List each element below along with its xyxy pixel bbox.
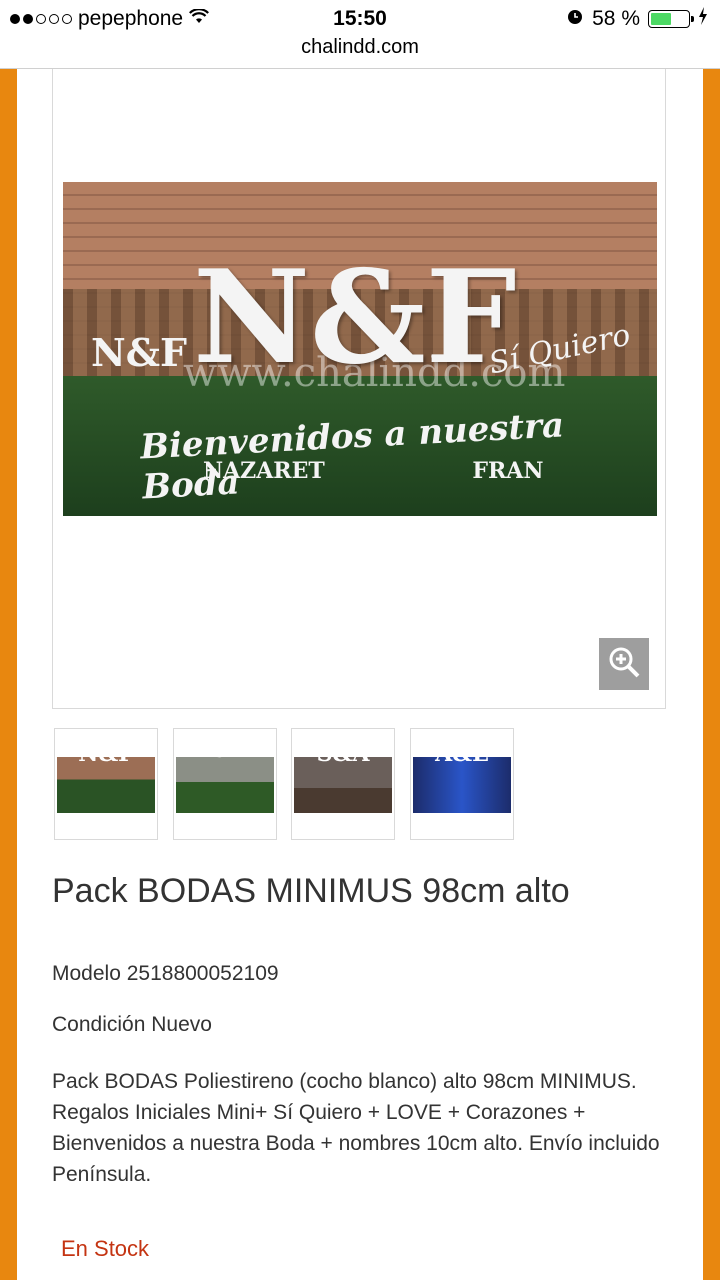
image-names: NAZARET FRAN <box>203 458 544 484</box>
product-description: Pack BODAS Poliestireno (cocho blanco) a… <box>52 1070 660 1186</box>
condition-row: Condición Nuevo <box>52 1013 212 1037</box>
model-value: 2518800052109 <box>126 962 279 985</box>
address-bar[interactable]: chalindd.com <box>0 36 720 68</box>
main-image-container: www.chalindd.com N&F N&F Sí Quiero Bienv… <box>52 69 666 709</box>
battery-percent: 58 % <box>592 7 640 30</box>
battery-icon <box>648 10 694 28</box>
thumbnail-2[interactable]: L&M <box>173 728 277 840</box>
model-row: Modelo 2518800052109 <box>52 962 279 986</box>
product-main-image[interactable]: www.chalindd.com N&F N&F Sí Quiero Bienv… <box>63 182 657 516</box>
condition-label: Condición <box>52 1013 146 1036</box>
product-title: Pack BODAS MINIMUS 98cm alto <box>52 872 570 910</box>
zoom-in-icon <box>607 645 641 684</box>
charging-icon <box>698 7 708 31</box>
thumbnail-label: L&M <box>200 741 250 762</box>
zoom-button[interactable] <box>599 638 649 690</box>
thumbnail-3[interactable]: S&A <box>291 728 395 840</box>
model-label: Modelo <box>52 962 121 985</box>
thumbnail-strip: N&F L&M S&A A&E <box>54 728 524 840</box>
image-small-letters: N&F <box>91 330 188 375</box>
thumbnail-label: N&F <box>78 741 134 767</box>
status-bar: pepephone 15:50 58 % <box>0 0 720 36</box>
thumbnail-label: S&A <box>316 741 370 767</box>
alarm-icon <box>566 7 584 31</box>
stock-status: En Stock <box>61 1236 150 1261</box>
thumbnail-4[interactable]: A&E <box>410 728 514 840</box>
thumbnail-label: A&E <box>435 741 489 767</box>
thumbnail-1[interactable]: N&F <box>54 728 158 840</box>
image-big-letters: N&F <box>193 243 517 393</box>
condition-value: Nuevo <box>151 1013 212 1036</box>
